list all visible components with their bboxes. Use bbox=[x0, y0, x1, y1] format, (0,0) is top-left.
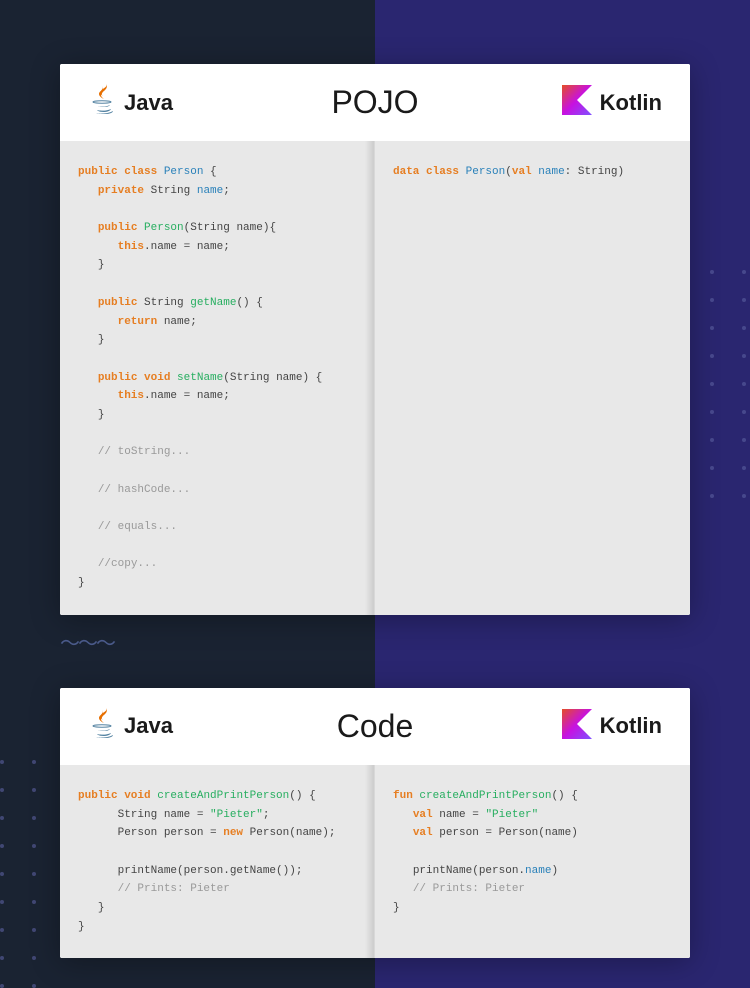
card-header: Java POJO Kotlin bbox=[60, 64, 690, 141]
kotlin-logo-wrap: Kotlin bbox=[419, 85, 662, 120]
kotlin-label: Kotlin bbox=[600, 90, 662, 116]
java-logo-wrap: Java bbox=[88, 82, 331, 123]
kotlin-code-pane: fun createAndPrintPerson() { val name = … bbox=[375, 765, 690, 959]
decorative-dots-top-right bbox=[710, 270, 750, 498]
kotlin-logo-wrap: Kotlin bbox=[413, 709, 662, 744]
java-code: public void createAndPrintPerson() { Str… bbox=[78, 787, 356, 937]
java-code-pane: public class Person { private String nam… bbox=[60, 141, 375, 615]
kotlin-code: fun createAndPrintPerson() { val name = … bbox=[393, 787, 672, 918]
decorative-dots-bottom-left bbox=[0, 760, 40, 988]
java-label: Java bbox=[124, 713, 173, 739]
pojo-comparison-card: Java POJO Kotlin public class Person { p… bbox=[60, 64, 690, 615]
kotlin-code-pane: data class Person(val name: String) bbox=[375, 141, 690, 615]
card-header: Java Code Kotlin bbox=[60, 688, 690, 765]
card-title: Code bbox=[337, 708, 414, 745]
kotlin-icon bbox=[562, 709, 592, 744]
java-icon bbox=[88, 82, 116, 123]
kotlin-icon bbox=[562, 85, 592, 120]
java-code-pane: public void createAndPrintPerson() { Str… bbox=[60, 765, 375, 959]
kotlin-code: data class Person(val name: String) bbox=[393, 163, 672, 182]
code-panes: public void createAndPrintPerson() { Str… bbox=[60, 765, 690, 959]
card-title: POJO bbox=[331, 84, 418, 121]
java-label: Java bbox=[124, 90, 173, 116]
kotlin-label: Kotlin bbox=[600, 713, 662, 739]
code-panes: public class Person { private String nam… bbox=[60, 141, 690, 615]
java-logo-wrap: Java bbox=[88, 706, 337, 747]
java-code: public class Person { private String nam… bbox=[78, 163, 356, 593]
decorative-waves: 〜〜〜 bbox=[60, 627, 690, 656]
java-icon bbox=[88, 706, 116, 747]
code-comparison-card: Java Code Kotlin public void createAndPr… bbox=[60, 688, 690, 959]
